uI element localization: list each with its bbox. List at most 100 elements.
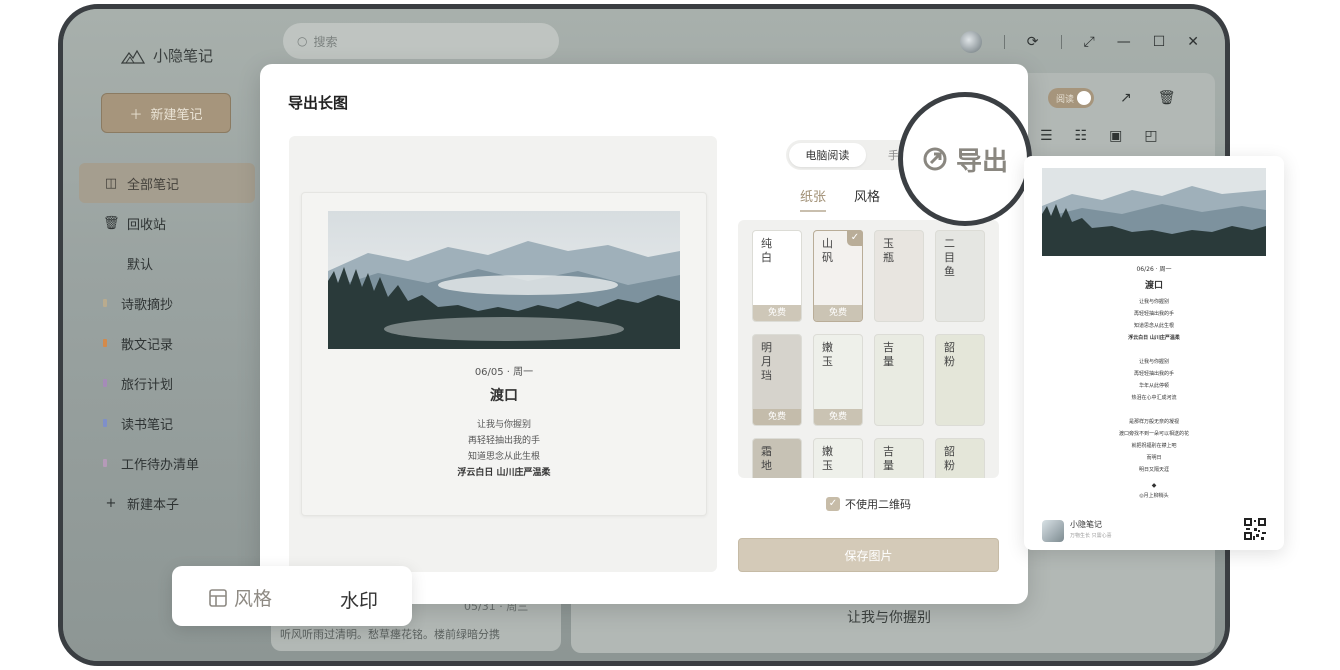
sidebar-item-all-notes[interactable]: ◫ 全部笔记 [79,163,255,203]
long-line: 让我与你握别 [1138,359,1169,365]
new-notebook-label: 新建本子 [127,497,180,513]
swatch-label: 韶粉 [944,341,955,368]
app-logo-icon [1042,520,1064,542]
preview-title: 渡口 [490,388,518,404]
bullet-list-icon[interactable]: ☷ [1075,128,1088,144]
paper-swatch[interactable]: 二目鱼 [935,230,985,322]
paper-swatch[interactable]: 韶粉 [935,334,985,426]
preview-line: 再轻轻抽出我的手 [467,436,540,446]
sidebar-item-travel[interactable]: 旅行计划 [79,363,255,403]
long-line: 华年从此停顿 [1138,383,1169,389]
delete-icon[interactable]: 🗑 [1158,90,1176,106]
notebook-list: ◫ 全部笔记 🗑 回收站 默认 诗歌摘抄 散文记录 旅行计划 读书笔记 工作待办清单… [79,163,255,523]
paper-swatch[interactable]: 山矾 ✓ 免费 [813,230,863,322]
watermark-option[interactable]: 水印 [340,586,378,613]
paper-swatch[interactable]: 明月珰免费 [752,334,802,426]
fullscreen-icon[interactable]: ⤢ [1084,34,1095,50]
free-badge: 免费 [753,409,801,425]
plus-icon: + [105,495,117,511]
footer-app-name: 小隐笔记 [1070,520,1102,529]
search-placeholder: 搜索 [313,34,338,49]
plus-icon: ＋ [129,107,143,123]
sync-icon[interactable]: ⟳ [1027,34,1039,50]
editor-text: 让我与你握别 [847,610,931,626]
sidebar-item-label: 散文记录 [121,337,174,353]
swatch-label: 吉量 [883,445,894,472]
sidebar-item-label: 默认 [127,257,154,273]
swatch-label: 霜地 [761,445,772,472]
read-toggle[interactable]: 阅读 [1048,88,1094,108]
swatch-label: 山矾 [822,237,833,264]
sidebar-item-todo[interactable]: 工作待办清单 [79,443,255,483]
book-icon: ◫ [104,175,118,191]
long-image-preview: 06/26 · 周一 渡口 让我与你握别 再轻轻抽出我的手 知道思念从此生根 浮… [1024,156,1284,550]
no-qr-checkbox[interactable]: ✓ 不使用二维码 [826,496,911,512]
color-dot [103,379,107,387]
ordered-list-icon[interactable]: ☰ [1040,128,1053,144]
long-line: 让我与你握别 [1138,299,1169,305]
paper-swatch[interactable]: 玉瓶 [874,230,924,322]
avatar[interactable] [959,31,982,53]
format-toolbar: ☰ ☷ ▣ ◰ [1040,128,1158,144]
note-excerpt: 听风听雨过清明。愁草瘗花铭。楼前绿暗分携 [280,628,500,641]
paper-swatch[interactable]: 吉量 [874,334,924,426]
check-icon: ✓ [847,230,863,246]
paper-swatch[interactable]: 纯白免费 [752,230,802,322]
style-option[interactable]: 风格 [208,584,272,611]
free-badge: 免费 [814,409,862,425]
long-line: 热泪在心中汇成河流 [1131,395,1177,401]
landscape-image [1042,168,1266,256]
tab-style[interactable]: 风格 [854,186,880,205]
editor-toolbar: 阅读 ↗ 🗑 [1048,88,1176,108]
tab-desktop-reading[interactable]: 电脑阅读 [789,143,866,167]
preview-line-bold: 浮云白日 山川庄严温柔 [457,468,551,478]
paper-swatch[interactable]: 韶粉 [935,438,985,478]
landscape-image [328,211,680,349]
paper-swatch[interactable]: 嫩玉 [813,438,863,478]
export-label[interactable]: 导出 [956,141,1008,178]
divider [1003,35,1005,49]
sidebar-item-poetry[interactable]: 诗歌摘抄 [79,283,255,323]
minimize-icon[interactable]: — [1117,34,1131,50]
paper-swatch[interactable]: 霜地 [752,438,802,478]
long-line: 明日又隔天涯 [1138,467,1169,473]
style-tabs: 纸张 风格 [800,186,880,212]
swatch-label: 玉瓶 [883,237,894,264]
sticker-icon[interactable]: ◰ [1144,128,1157,144]
share-icon[interactable]: ↗ [1120,90,1132,106]
swatch-label: 吉量 [883,341,894,368]
free-badge: 免费 [753,305,801,321]
maximize-icon[interactable]: ☐ [1153,34,1166,50]
new-notebook-button[interactable]: + 新建本子 [79,483,255,523]
preview-card: 06/05 · 周一 渡口 让我与你握别 再轻轻抽出我的手 知道思念从此生根 浮… [301,192,707,516]
tab-paper[interactable]: 纸张 [800,186,827,212]
long-sign-mark: ◆ [1151,482,1157,489]
swatch-label: 纯白 [761,237,772,264]
sidebar-item-trash[interactable]: 🗑 回收站 [79,203,255,243]
sidebar-item-label: 诗歌摘抄 [121,297,174,313]
close-icon[interactable]: ✕ [1187,34,1199,50]
sidebar-item-reading[interactable]: 读书笔记 [79,403,255,443]
paper-swatch[interactable]: 嫩玉免费 [813,334,863,426]
export-icon [923,147,947,171]
long-sign-line: ◎月上柳梢头 [1139,493,1169,499]
image-icon[interactable]: ▣ [1109,128,1122,144]
long-title: 渡口 [1144,281,1163,291]
read-label: 阅读 [1056,95,1075,105]
swatch-label: 嫩玉 [822,341,833,368]
paper-swatch[interactable]: 吉量 [874,438,924,478]
layout-icon [209,588,227,607]
new-note-label: 新建笔记 [150,107,203,123]
long-line: 渡口旁找不到一朵可以相送的花 [1118,431,1189,437]
swatch-label: 明月珰 [761,341,772,382]
long-line: 再轻轻抽出我的手 [1133,311,1174,317]
sidebar-item-default[interactable]: 默认 [79,243,255,283]
dialog-title: 导出长图 [288,94,349,112]
sidebar-item-prose[interactable]: 散文记录 [79,323,255,363]
preview-date: 06/05 · 周一 [474,367,534,378]
long-line: 而明日 [1146,455,1162,461]
search-input[interactable]: ○ 搜索 [283,23,559,59]
trash-icon: 🗑 [103,215,120,231]
new-note-button[interactable]: ＋ 新建笔记 [101,93,231,133]
save-image-button[interactable]: 保存图片 [738,538,999,572]
